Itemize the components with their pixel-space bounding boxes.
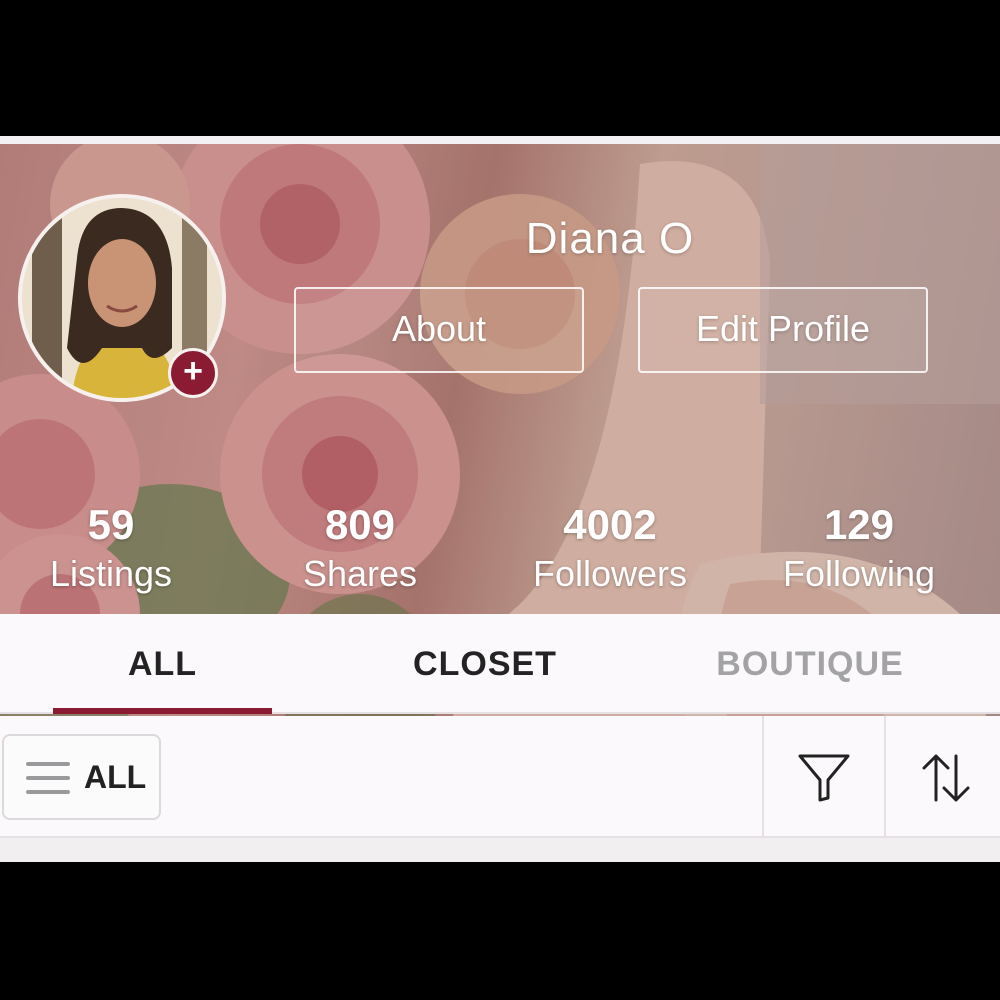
filter-bar: ALL (0, 716, 1000, 838)
stat-label: Listings (49, 553, 173, 594)
stat-following[interactable]: 129 Following (739, 499, 979, 597)
sort-button[interactable] (886, 716, 1000, 838)
stat-value: 129 (823, 501, 895, 548)
hamburger-menu-icon (26, 762, 70, 794)
filter-button[interactable] (764, 716, 884, 838)
funnel-icon (798, 754, 850, 802)
profile-name: Diana O (525, 214, 695, 263)
tab-all[interactable]: ALL (53, 614, 272, 714)
stat-label: Shares (302, 553, 418, 594)
content-area (0, 838, 1000, 862)
stat-value: 809 (324, 501, 396, 548)
stat-value: 59 (87, 501, 135, 548)
add-photo-button[interactable]: + (168, 348, 218, 398)
tab-boutique[interactable]: BOUTIQUE (700, 614, 920, 714)
stat-shares[interactable]: 809 Shares (240, 499, 480, 597)
active-tab-indicator (53, 708, 272, 714)
stat-label: Followers (532, 553, 688, 594)
stat-followers[interactable]: 4002 Followers (490, 499, 730, 597)
stat-listings[interactable]: 59 Listings (0, 499, 231, 597)
stat-value: 4002 (563, 501, 657, 548)
category-filter-button[interactable]: ALL (2, 734, 161, 820)
edit-profile-button[interactable]: Edit Profile (638, 287, 928, 373)
closet-tabs: ALL CLOSET BOUTIQUE (0, 614, 1000, 714)
sort-arrows-icon (922, 754, 970, 802)
category-filter-label: ALL (84, 759, 147, 795)
about-button[interactable]: About (294, 287, 584, 373)
tab-closet[interactable]: CLOSET (380, 614, 590, 714)
stat-label: Following (782, 553, 936, 594)
profile-screen: + Diana O About Edit Profile 59 Listings… (0, 136, 1000, 862)
